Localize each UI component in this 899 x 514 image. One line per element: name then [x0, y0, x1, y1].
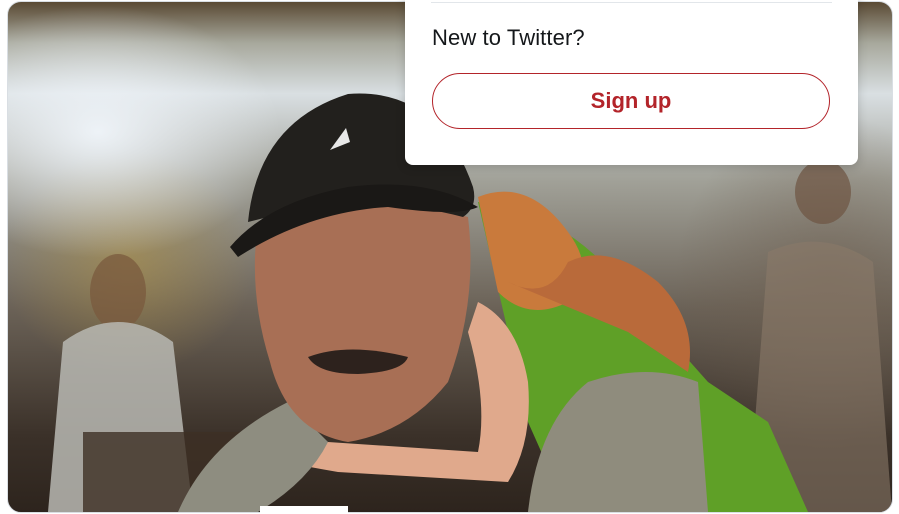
login-popover: New to Twitter? Sign up [405, 0, 858, 165]
bottom-tab-strip [260, 506, 348, 514]
sign-up-button[interactable]: Sign up [432, 73, 830, 129]
divider [431, 2, 832, 3]
new-to-twitter-label: New to Twitter? [432, 25, 585, 50]
